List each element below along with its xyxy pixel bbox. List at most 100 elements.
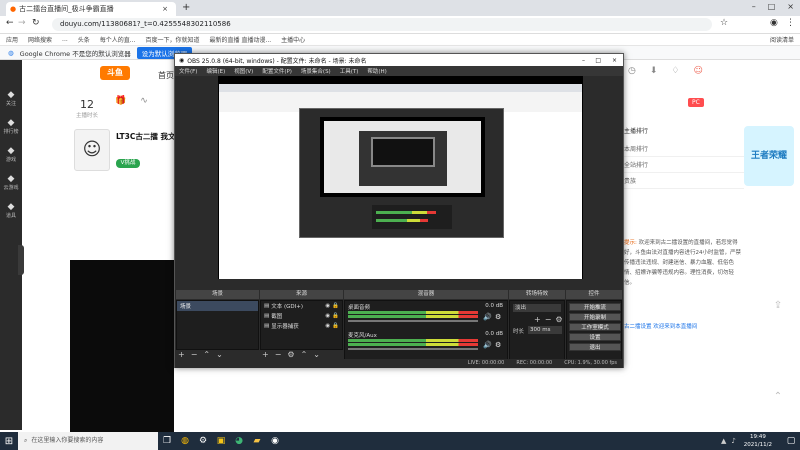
history-icon[interactable]: ◷: [628, 66, 636, 76]
transition-select[interactable]: 淡出: [513, 304, 561, 312]
scene-down-icon[interactable]: ⌄: [216, 350, 223, 359]
obs-menu-item[interactable]: 编辑(E): [206, 67, 225, 75]
obs-preview[interactable]: [218, 76, 583, 279]
source-up-icon[interactable]: ⌃: [301, 350, 308, 359]
follow-button[interactable]: V挑战: [116, 159, 140, 168]
track-settings-icon[interactable]: ⚙: [495, 341, 501, 349]
rank-item[interactable]: 全站排行: [624, 157, 744, 173]
visibility-icon[interactable]: ◉: [325, 323, 330, 329]
track-settings-icon[interactable]: ⚙: [495, 313, 501, 321]
profile-icon[interactable]: ◉: [770, 18, 778, 28]
add-transition-icon[interactable]: +: [534, 315, 541, 324]
network-icon[interactable]: ▲: [721, 437, 726, 445]
obs-menu-item[interactable]: 配置文件(P): [262, 67, 292, 75]
bookmark-item[interactable]: 百度一下，你就知道: [146, 35, 200, 44]
bookmark-item[interactable]: 网络搜索: [28, 35, 52, 44]
visibility-icon[interactable]: ◉: [325, 313, 330, 319]
bookmark-item[interactable]: 主播中心: [281, 35, 305, 44]
close-window-icon[interactable]: ×: [787, 2, 794, 11]
bookmark-item[interactable]: ...: [62, 36, 68, 43]
lock-icon[interactable]: 🔒: [332, 303, 339, 309]
remove-transition-icon[interactable]: −: [545, 315, 552, 324]
add-scene-icon[interactable]: +: [178, 350, 185, 359]
obs-close-icon[interactable]: ×: [612, 57, 617, 64]
control-button[interactable]: 开始录制: [569, 313, 621, 321]
bookmark-item[interactable]: 应用: [6, 35, 18, 44]
obs-taskbar-icon[interactable]: ◉: [266, 432, 284, 450]
reading-list[interactable]: 阅读清单: [770, 35, 794, 44]
star-icon[interactable]: ☆: [720, 18, 728, 28]
forward-icon[interactable]: →: [18, 18, 26, 28]
volume-icon[interactable]: ♪: [731, 437, 735, 445]
sidebar-item[interactable]: ◆ 云游戏: [0, 174, 22, 191]
remove-source-icon[interactable]: −: [275, 350, 282, 359]
obs-menu-item[interactable]: 文件(F): [179, 67, 197, 75]
menu-icon[interactable]: ⋮: [786, 18, 795, 28]
transition-settings-icon[interactable]: ⚙: [555, 315, 562, 324]
clock[interactable]: 19:49 2021/11/2: [744, 433, 772, 449]
source-item[interactable]: ▤ 文本 (GDI+) ◉ 🔒: [261, 301, 342, 311]
user-avatar[interactable]: ☺: [693, 66, 702, 76]
obs-menu-item[interactable]: 工具(T): [340, 67, 359, 75]
sidebar-item[interactable]: ◆ 关注: [0, 90, 22, 107]
scroll-top-icon[interactable]: ⌃: [758, 391, 798, 402]
volume-slider[interactable]: [348, 320, 478, 322]
control-button[interactable]: 开始推流: [569, 303, 621, 311]
bell-icon[interactable]: ♢: [671, 66, 679, 76]
duration-input[interactable]: 300 ms: [528, 326, 562, 334]
windows-start-icon[interactable]: ⊞: [0, 432, 18, 450]
visibility-icon[interactable]: ◉: [325, 303, 330, 309]
control-button[interactable]: 工作室模式: [569, 323, 621, 331]
bookmark-item[interactable]: 每个人的直...: [100, 35, 136, 44]
obs-window[interactable]: ◉ OBS 25.0.8 (64-bit, windows) - 配置文件: 未…: [174, 53, 624, 368]
source-item[interactable]: ▤ 截图 ◉ 🔒: [261, 311, 342, 321]
download-icon[interactable]: ⬇: [650, 66, 658, 76]
ad-banner[interactable]: 王者荣耀: [744, 126, 794, 186]
sidebar-item[interactable]: ◆ 排行榜: [0, 118, 22, 135]
rank-item[interactable]: 贵族: [624, 173, 744, 189]
sidebar-item[interactable]: ◆ 道具: [0, 202, 22, 219]
chrome-taskbar-icon[interactable]: ◍: [176, 432, 194, 450]
source-settings-icon[interactable]: ⚙: [287, 350, 294, 359]
control-button[interactable]: 退出: [569, 343, 621, 351]
lock-icon[interactable]: 🔒: [332, 313, 339, 319]
lock-icon[interactable]: 🔒: [332, 323, 339, 329]
app-taskbar-icon[interactable]: ▣: [212, 432, 230, 450]
waveform-icon[interactable]: ∿: [140, 96, 148, 106]
settings-taskbar-icon[interactable]: ⚙: [194, 432, 212, 450]
control-button[interactable]: 设置: [569, 333, 621, 341]
remove-scene-icon[interactable]: −: [191, 350, 198, 359]
source-down-icon[interactable]: ⌄: [313, 350, 320, 359]
wechat-taskbar-icon[interactable]: ◕: [230, 432, 248, 450]
task-view-icon[interactable]: ❐: [158, 432, 176, 450]
nav-home[interactable]: 首页: [158, 70, 174, 81]
obs-minimize-icon[interactable]: –: [582, 57, 585, 64]
bookmark-item[interactable]: 最新的直播 直播动漫...: [210, 35, 272, 44]
url-input[interactable]: douyu.com/11380681?_t=0.4255548302110586: [52, 18, 712, 31]
add-source-icon[interactable]: +: [262, 350, 269, 359]
browser-tab[interactable]: ● 古二擂台直播间_极斗争霸直播 ×: [6, 2, 176, 16]
maximize-icon[interactable]: □: [768, 2, 776, 11]
folder-taskbar-icon[interactable]: ▰: [248, 432, 266, 450]
back-icon[interactable]: ←: [6, 18, 14, 28]
sidebar-collapse-handle[interactable]: [18, 245, 24, 275]
taskbar-search[interactable]: ⌕ 在这里输入你要搜索的内容: [18, 432, 158, 450]
reload-icon[interactable]: ↻: [32, 18, 40, 28]
new-tab-icon[interactable]: +: [182, 2, 190, 13]
sidebar-item[interactable]: ◆ 游戏: [0, 146, 22, 163]
video-player-area[interactable]: [70, 260, 174, 432]
source-item[interactable]: ▤ 显示器捕获 ◉ 🔒: [261, 321, 342, 331]
scene-item[interactable]: 场景: [177, 301, 258, 311]
speaker-icon[interactable]: 🔊: [483, 313, 492, 321]
scene-up-icon[interactable]: ⌃: [203, 350, 210, 359]
minimize-icon[interactable]: –: [752, 2, 756, 11]
obs-menu-item[interactable]: 帮助(H): [367, 67, 386, 75]
obs-menu-item[interactable]: 场景集合(S): [301, 67, 331, 75]
notification-icon[interactable]: ▢: [782, 432, 800, 450]
volume-slider[interactable]: [348, 348, 478, 350]
share-icon[interactable]: ⇪: [758, 300, 798, 311]
gift-icon[interactable]: 🎁: [115, 96, 126, 106]
bookmark-item[interactable]: 头条: [78, 35, 90, 44]
obs-menu-item[interactable]: 视图(V): [234, 67, 253, 75]
speaker-icon[interactable]: 🔊: [483, 341, 492, 349]
